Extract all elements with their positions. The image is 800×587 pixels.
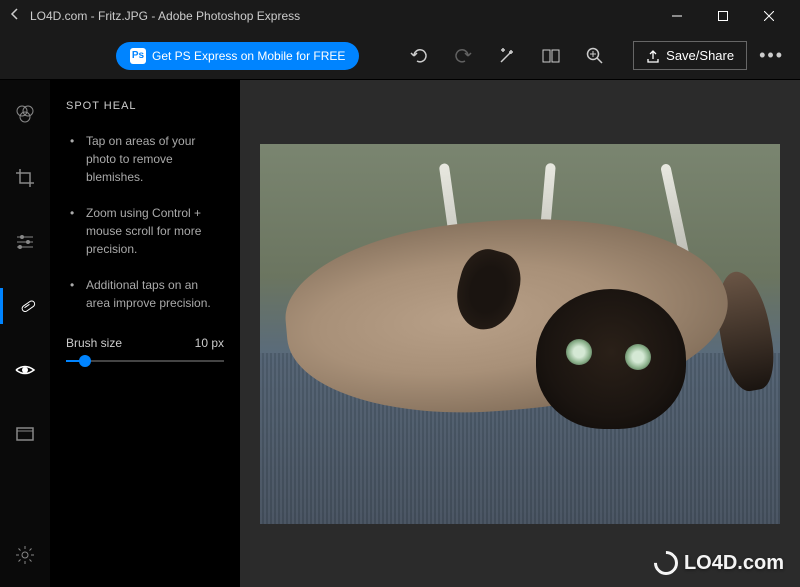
undo-button[interactable] xyxy=(409,46,429,66)
ps-icon: Ps xyxy=(130,48,146,64)
save-label: Save/Share xyxy=(666,48,734,63)
topbar: Ps Get PS Express on Mobile for FREE Sav… xyxy=(0,32,800,80)
tool-border[interactable] xyxy=(0,416,50,452)
window-controls xyxy=(654,0,792,32)
tool-spot-heal[interactable] xyxy=(0,288,50,324)
auto-enhance-button[interactable] xyxy=(497,46,517,66)
slider-thumb[interactable] xyxy=(79,355,91,367)
watermark: LO4D.com xyxy=(654,551,784,575)
topbar-tools xyxy=(409,46,605,66)
compare-button[interactable] xyxy=(541,46,561,66)
tool-adjust[interactable] xyxy=(0,224,50,260)
watermark-icon xyxy=(649,546,683,580)
promo-button[interactable]: Ps Get PS Express on Mobile for FREE xyxy=(116,42,359,70)
save-share-button[interactable]: Save/Share xyxy=(633,41,747,70)
titlebar: LO4D.com - Fritz.JPG - Adobe Photoshop E… xyxy=(0,0,800,32)
tip-item: Tap on areas of your photo to remove ble… xyxy=(74,132,224,186)
brush-size-row: Brush size 10 px xyxy=(66,336,224,350)
tool-eye[interactable] xyxy=(0,352,50,388)
brush-value: 10 px xyxy=(195,336,224,350)
image-preview[interactable] xyxy=(260,144,780,524)
maximize-button[interactable] xyxy=(700,0,746,32)
tip-item: Zoom using Control + mouse scroll for mo… xyxy=(74,204,224,258)
watermark-text: LO4D.com xyxy=(684,552,784,575)
brush-label: Brush size xyxy=(66,336,122,350)
tool-crop[interactable] xyxy=(0,160,50,196)
tips-list: Tap on areas of your photo to remove ble… xyxy=(66,132,224,312)
canvas-area[interactable] xyxy=(240,80,800,587)
side-panel: SPOT HEAL Tap on areas of your photo to … xyxy=(50,80,240,587)
settings-button[interactable] xyxy=(14,544,36,571)
panel-title: SPOT HEAL xyxy=(66,100,224,112)
toolstrip xyxy=(0,80,50,587)
main: SPOT HEAL Tap on areas of your photo to … xyxy=(0,80,800,587)
window-title: LO4D.com - Fritz.JPG - Adobe Photoshop E… xyxy=(30,9,654,23)
tool-looks[interactable] xyxy=(0,96,50,132)
back-button[interactable] xyxy=(8,7,22,26)
brush-size-slider[interactable] xyxy=(66,360,224,362)
zoom-button[interactable] xyxy=(585,46,605,66)
redo-button[interactable] xyxy=(453,46,473,66)
close-button[interactable] xyxy=(746,0,792,32)
more-button[interactable]: ••• xyxy=(759,45,784,66)
promo-label: Get PS Express on Mobile for FREE xyxy=(152,49,345,63)
photo-content xyxy=(260,144,780,524)
minimize-button[interactable] xyxy=(654,0,700,32)
tip-item: Additional taps on an area improve preci… xyxy=(74,276,224,312)
